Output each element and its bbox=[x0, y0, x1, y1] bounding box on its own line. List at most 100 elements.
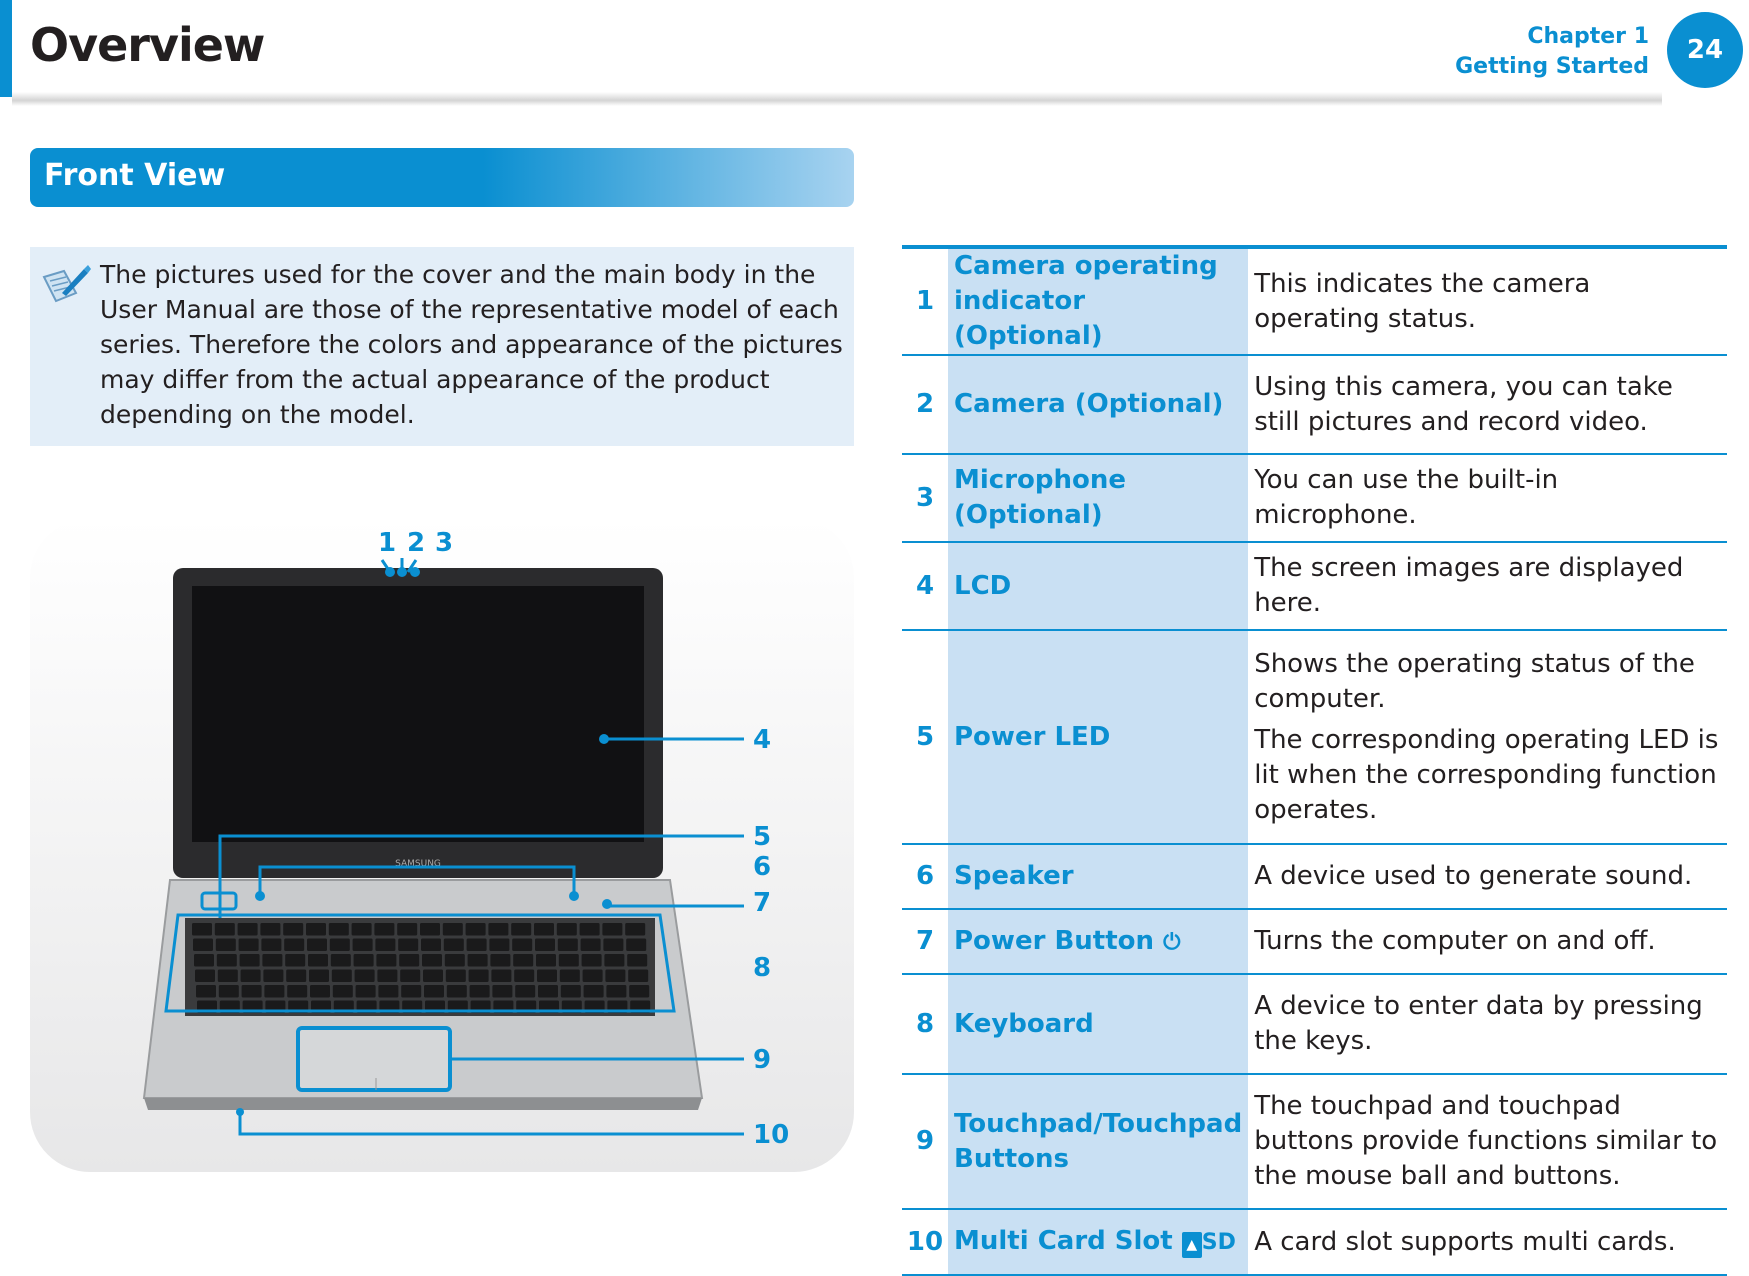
key bbox=[628, 969, 649, 982]
key bbox=[602, 923, 623, 936]
page-number: 24 bbox=[1667, 12, 1743, 88]
key bbox=[216, 954, 237, 967]
chapter-label: Chapter 1 Getting Started bbox=[1455, 22, 1649, 82]
part-description: Shows the operating status of the comput… bbox=[1254, 648, 1695, 714]
key bbox=[468, 969, 489, 982]
key bbox=[217, 969, 238, 982]
key bbox=[560, 985, 581, 998]
key bbox=[237, 923, 258, 936]
part-name: Camera (Optional) bbox=[954, 389, 1224, 419]
key bbox=[196, 985, 216, 998]
part-description: A card slot supports multi cards. bbox=[1254, 1226, 1676, 1257]
key bbox=[330, 954, 351, 967]
key bbox=[538, 985, 558, 998]
key bbox=[556, 923, 577, 936]
key bbox=[355, 985, 376, 998]
key bbox=[375, 938, 396, 951]
part-description: A device used to generate sound. bbox=[1254, 861, 1693, 891]
callout-5: 5 bbox=[753, 822, 771, 852]
part-name: Speaker bbox=[954, 861, 1074, 891]
key bbox=[398, 938, 419, 951]
key bbox=[535, 938, 555, 951]
part-description: The corresponding operating LED is lit w… bbox=[1254, 724, 1719, 825]
part-number: 5 bbox=[902, 630, 948, 845]
key bbox=[446, 985, 467, 998]
part-number: 4 bbox=[902, 542, 948, 631]
key bbox=[625, 923, 646, 936]
key bbox=[511, 923, 532, 936]
key bbox=[465, 923, 486, 936]
laptop-image-panel: SAMSUNG 1 2 3 4 5 6 7 8 9 10 bbox=[30, 518, 854, 1172]
part-name: Power Button bbox=[954, 925, 1155, 956]
key bbox=[377, 969, 398, 982]
part-number: 6 bbox=[902, 844, 948, 910]
key bbox=[534, 923, 554, 936]
key bbox=[329, 938, 350, 951]
key bbox=[513, 954, 534, 967]
callout-9: 9 bbox=[753, 1045, 771, 1075]
key bbox=[192, 923, 212, 936]
note-pen-icon bbox=[42, 265, 91, 303]
key bbox=[240, 969, 261, 982]
part-number: 2 bbox=[902, 355, 948, 455]
key bbox=[286, 969, 307, 982]
part-number: 9 bbox=[902, 1074, 948, 1210]
key bbox=[401, 985, 422, 998]
key bbox=[558, 954, 579, 967]
key bbox=[193, 938, 213, 951]
table-row: 5 Power LED Shows the operating status of … bbox=[902, 630, 1727, 845]
callout-6: 6 bbox=[753, 852, 771, 882]
key bbox=[260, 923, 281, 936]
key bbox=[422, 954, 442, 967]
key bbox=[214, 923, 235, 936]
part-number: 3 bbox=[902, 454, 948, 543]
key bbox=[627, 954, 648, 967]
key bbox=[264, 985, 285, 998]
table-row: 10 Multi Card Slot ▲ SD A card slot support… bbox=[902, 1209, 1727, 1276]
sd-label: SD bbox=[1201, 1230, 1236, 1255]
part-description: Using this camera, you can take still pi… bbox=[1254, 371, 1673, 437]
key bbox=[195, 969, 215, 982]
sd-card-icon: ▲ bbox=[1181, 1232, 1202, 1258]
lcd-screen bbox=[192, 586, 644, 842]
key bbox=[423, 969, 443, 982]
key bbox=[443, 938, 464, 951]
key bbox=[261, 938, 282, 951]
key bbox=[469, 985, 490, 998]
key bbox=[376, 954, 397, 967]
table-row: 8 Keyboard A device to enter data by press… bbox=[902, 974, 1727, 1075]
key bbox=[284, 938, 305, 951]
table-row: 6 Speaker A device used to generate sound. bbox=[902, 844, 1727, 910]
part-description: A device to enter data by pressing the k… bbox=[1254, 991, 1703, 1056]
key bbox=[351, 923, 372, 936]
key bbox=[352, 938, 373, 951]
table-row: 4 LCD The screen images are displayed here… bbox=[902, 542, 1727, 631]
key bbox=[606, 985, 627, 998]
part-name: Microphone (Optional) bbox=[954, 465, 1127, 530]
part-number: 7 bbox=[902, 909, 948, 975]
key bbox=[626, 938, 647, 951]
key bbox=[328, 923, 349, 936]
key bbox=[194, 954, 214, 967]
key bbox=[308, 954, 328, 967]
part-number: 1 bbox=[902, 247, 948, 356]
key bbox=[489, 938, 510, 951]
callout-10: 10 bbox=[753, 1120, 789, 1150]
key bbox=[515, 985, 536, 998]
power-icon: ⏻ bbox=[1163, 929, 1181, 955]
key bbox=[492, 985, 513, 998]
key bbox=[421, 938, 441, 951]
key bbox=[514, 969, 535, 982]
key bbox=[466, 938, 487, 951]
key bbox=[307, 938, 327, 951]
key bbox=[239, 954, 260, 967]
key bbox=[218, 985, 239, 998]
key bbox=[442, 923, 463, 936]
key bbox=[467, 954, 488, 967]
key bbox=[424, 985, 444, 998]
key bbox=[400, 969, 421, 982]
callout-3: 3 bbox=[435, 528, 453, 558]
key bbox=[310, 985, 330, 998]
part-description: The screen images are displayed here. bbox=[1254, 553, 1684, 618]
key bbox=[491, 969, 512, 982]
